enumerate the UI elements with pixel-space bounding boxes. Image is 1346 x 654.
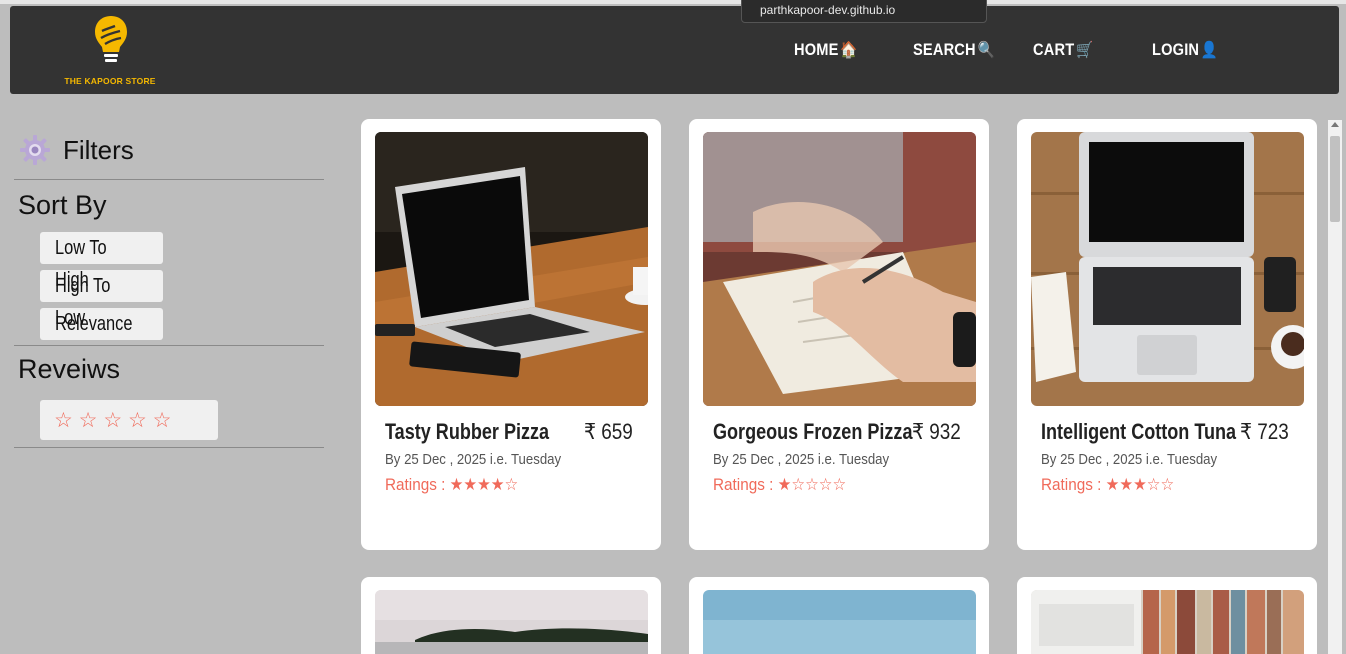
product-image-books-keyboard[interactable] xyxy=(1031,590,1304,654)
product-image-sky[interactable] xyxy=(703,590,976,654)
product-image-laptop-desk[interactable] xyxy=(375,132,648,406)
product-name[interactable]: Gorgeous Frozen Pizza xyxy=(713,419,912,445)
user-icon: 👤 xyxy=(1200,42,1219,59)
product-price: ₹ 659 xyxy=(584,419,633,444)
filters-title: Filters xyxy=(63,134,134,165)
product-name[interactable]: Tasty Rubber Pizza xyxy=(385,419,549,445)
divider xyxy=(14,345,324,346)
scroll-up-arrow-icon[interactable] xyxy=(1331,122,1339,127)
product-rating: Ratings : ★★★★☆ xyxy=(385,475,518,495)
product-card[interactable]: Intelligent Cotton Tuna ₹ 723 By 25 Dec … xyxy=(1017,119,1317,550)
logo-text: THE KAPOOR STORE xyxy=(64,76,156,86)
sort-high-to-low-button[interactable]: High To Low xyxy=(40,270,163,329)
nav-home[interactable]: HOME 🏠 xyxy=(794,40,858,60)
product-card[interactable] xyxy=(361,577,661,654)
sort-relevance-button[interactable]: Relevance xyxy=(40,308,163,340)
divider xyxy=(14,447,324,448)
nav-login-label: LOGIN xyxy=(1152,40,1200,59)
ratings-label: Ratings : xyxy=(385,475,450,494)
product-card[interactable]: Gorgeous Frozen Pizza ₹ 932 By 25 Dec , … xyxy=(689,119,989,550)
product-card[interactable] xyxy=(689,577,989,654)
nav-search[interactable]: SEARCH 🔍 xyxy=(913,40,995,60)
divider xyxy=(14,179,324,180)
nav-home-label: HOME xyxy=(794,40,839,59)
nav-cart-label: CART xyxy=(1033,40,1075,59)
scroll-thumb[interactable] xyxy=(1330,136,1340,222)
ratings-label: Ratings : xyxy=(713,475,778,494)
product-rating: Ratings : ★☆☆☆☆ xyxy=(713,475,846,495)
product-card[interactable] xyxy=(1017,577,1317,654)
product-name[interactable]: Intelligent Cotton Tuna xyxy=(1041,419,1236,445)
cart-icon: 🛒 xyxy=(1076,42,1094,59)
gear-icon xyxy=(20,135,50,165)
delivery-date: By 25 Dec , 2025 i.e. Tuesday xyxy=(1041,451,1218,468)
rating-stars: ★☆☆☆☆ xyxy=(777,475,847,494)
product-image-laptop-top-view[interactable] xyxy=(1031,132,1304,406)
review-stars-filter[interactable]: ☆ ☆ ☆ ☆ ☆ xyxy=(40,400,218,440)
ratings-label: Ratings : xyxy=(1041,475,1106,494)
nav-cart[interactable]: CART 🛒 xyxy=(1033,40,1093,60)
filters-header: Filters xyxy=(14,130,324,170)
product-price: ₹ 723 xyxy=(1240,419,1289,444)
sort-low-to-high-button[interactable]: Low To High xyxy=(40,232,163,291)
reviews-title: Reveiws xyxy=(18,354,121,384)
product-rating: Ratings : ★★★☆☆ xyxy=(1041,475,1174,495)
store-logo[interactable]: THE KAPOOR STORE xyxy=(60,14,160,86)
lightbulb-logo-icon xyxy=(95,16,127,62)
browser-top-edge xyxy=(0,0,1346,4)
filter-sidebar: Filters Sort By Low To High High To Low … xyxy=(14,130,324,448)
product-image-writing-hand[interactable] xyxy=(703,132,976,406)
magnifier-icon: 🔍 xyxy=(977,42,995,59)
delivery-date: By 25 Dec , 2025 i.e. Tuesday xyxy=(385,451,562,468)
page-scrollbar[interactable] xyxy=(1328,120,1342,654)
rating-stars: ★★★☆☆ xyxy=(1105,475,1175,494)
nav-login[interactable]: LOGIN 👤 xyxy=(1152,40,1218,60)
navbar: THE KAPOOR STORE HOME 🏠 SEARCH 🔍 CART 🛒 LOG… xyxy=(10,6,1339,94)
nav-search-label: SEARCH xyxy=(913,40,976,59)
product-price: ₹ 932 xyxy=(912,419,961,444)
house-icon: 🏠 xyxy=(840,42,858,59)
product-card[interactable]: Tasty Rubber Pizza ₹ 659 By 25 Dec , 202… xyxy=(361,119,661,550)
rating-stars: ★★★★☆ xyxy=(449,475,519,494)
sort-title: Sort By xyxy=(18,190,107,220)
sort-relevance-label: Relevance xyxy=(55,313,133,335)
delivery-date: By 25 Dec , 2025 i.e. Tuesday xyxy=(713,451,890,468)
review-stars[interactable]: ☆ ☆ ☆ ☆ ☆ xyxy=(54,408,171,433)
url-tooltip: parthkapoor-dev.github.io xyxy=(741,0,987,23)
product-image-lake-island[interactable] xyxy=(375,590,648,654)
